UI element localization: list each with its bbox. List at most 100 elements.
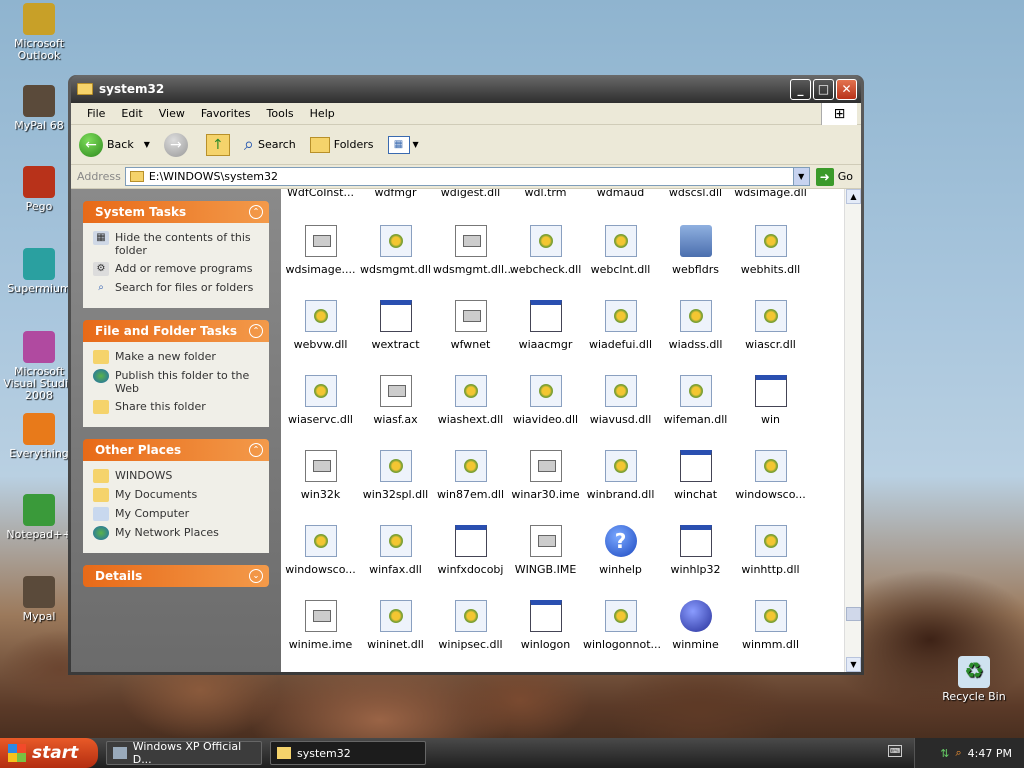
task-add-remove-programs[interactable]: ⚙ Add or remove programs [93,262,259,276]
address-dropdown-icon[interactable]: ▼ [792,168,809,185]
menu-edit[interactable]: Edit [113,107,150,120]
place-windows[interactable]: WINDOWS [93,469,259,483]
task-search-files[interactable]: ⌕ Search for files or folders [93,281,259,295]
task-publish-folder[interactable]: Publish this folder to the Web [93,369,259,395]
file-item[interactable]: wiashext.dll [433,375,508,426]
place-my-network[interactable]: My Network Places [93,526,259,540]
file-item[interactable]: wiadss.dll [658,300,733,351]
clock[interactable]: 4:47 PM [968,747,1012,760]
file-name[interactable]: wdmaud [583,189,658,199]
address-input[interactable]: E:\WINDOWS\system32 ▼ [124,167,810,186]
desktop-icon[interactable]: Supermium [2,248,76,295]
file-item[interactable]: winfxdocobj [433,525,508,576]
desktop-icon[interactable]: Microsoft Visual Studio 2008 [2,331,76,402]
back-button[interactable]: ← Back ▼ [79,132,150,157]
place-my-documents[interactable]: My Documents [93,488,259,502]
menu-favorites[interactable]: Favorites [193,107,259,120]
file-item[interactable]: win87em.dll [433,450,508,501]
taskbar-item-system32[interactable]: system32 [270,741,426,765]
file-item[interactable]: winmm.dll [733,600,808,651]
file-item[interactable]: winime.ime [283,600,358,651]
minimize-button[interactable]: _ [790,78,811,100]
file-item[interactable]: win32k [283,450,358,501]
file-name[interactable]: WdfCoInst... [283,189,358,199]
file-item[interactable]: wdsmgmt.dll... [433,225,515,276]
menu-help[interactable]: Help [302,107,343,120]
file-item[interactable]: winfax.dll [358,525,433,576]
file-folder-tasks-header[interactable]: File and Folder Tasks ⌃ [83,320,269,342]
file-item[interactable]: win [733,375,808,426]
details-header[interactable]: Details ⌄ [83,565,269,587]
file-item[interactable]: wfwnet [433,300,508,351]
file-item[interactable]: wiascr.dll [733,300,808,351]
file-item[interactable]: winipsec.dll [433,600,508,651]
network-tray-icon[interactable]: ⇅ [940,747,949,760]
desktop-icon[interactable]: Notepad++ [2,494,76,541]
file-name[interactable]: wdfmgr [358,189,433,199]
desktop-icon[interactable]: Everything [2,413,76,460]
folders-button[interactable]: Folders [309,136,374,153]
scroll-down-icon[interactable]: ▼ [846,657,861,672]
file-item[interactable]: wextract [358,300,433,351]
scroll-thumb[interactable] [846,607,861,621]
maximize-button[interactable]: □ [813,78,834,100]
file-item[interactable]: webhits.dll [733,225,808,276]
file-item[interactable]: wiaservc.dll [283,375,358,426]
desktop-icon[interactable]: MyPal 68 [2,85,76,132]
back-dropdown-icon[interactable]: ▼ [144,140,150,149]
file-item[interactable]: winlogon [508,600,583,651]
file-item[interactable]: win32spl.dll [358,450,433,501]
file-name[interactable]: wdigest.dll [433,189,508,199]
task-hide-contents[interactable]: ▦ Hide the contents of this folder [93,231,259,257]
keyboard-icon[interactable]: ⌨ [888,745,902,757]
taskbar-item-browser[interactable]: Windows XP Official D... [106,740,262,766]
file-item[interactable]: WINGB.IME [508,525,583,576]
menu-view[interactable]: View [151,107,193,120]
file-item[interactable]: wiasf.ax [358,375,433,426]
file-item[interactable]: winmine [658,600,733,651]
menu-tools[interactable]: Tools [259,107,302,120]
search-tray-icon[interactable]: ⌕ [956,746,962,760]
collapse-icon[interactable]: ⌃ [249,205,263,219]
file-item[interactable]: webfldrs [658,225,733,276]
desktop-icon[interactable]: Pego [2,166,76,213]
desktop-icon[interactable]: Mypal [2,576,76,623]
file-name[interactable]: wdl.trm [508,189,583,199]
file-item[interactable]: wdsimage.... [283,225,358,276]
scroll-up-icon[interactable]: ▲ [846,189,861,204]
expand-icon[interactable]: ⌄ [249,569,263,583]
file-item[interactable]: wininet.dll [358,600,433,651]
desktop-icon[interactable]: Microsoft Outlook [2,3,76,62]
file-name[interactable]: wdscsl.dll [658,189,733,199]
file-item[interactable]: wiadefui.dll [583,300,658,351]
file-name[interactable]: wdsimage.dll [733,189,808,199]
task-share-folder[interactable]: Share this folder [93,400,259,414]
file-item[interactable]: windowsco... [733,450,808,501]
file-item[interactable]: winhttp.dll [733,525,808,576]
file-item[interactable]: webclnt.dll [583,225,658,276]
file-item[interactable]: winar30.ime [508,450,583,501]
file-item[interactable]: ? winhelp [583,525,658,576]
file-item[interactable]: wiaacmgr [508,300,583,351]
file-item[interactable]: winchat [658,450,733,501]
file-item[interactable]: windowsco... [283,525,358,576]
file-item[interactable]: webvw.dll [283,300,358,351]
task-new-folder[interactable]: Make a new folder [93,350,259,364]
search-button[interactable]: ⌕ Search [244,134,296,155]
file-item[interactable]: winlogonnot... [583,600,661,651]
other-places-header[interactable]: Other Places ⌃ [83,439,269,461]
title-bar[interactable]: system32 _ □ ✕ [71,75,861,103]
file-item[interactable]: wdsmgmt.dll [358,225,433,276]
close-button[interactable]: ✕ [836,78,857,100]
collapse-icon[interactable]: ⌃ [249,443,263,457]
up-folder-button[interactable]: ↑ [205,133,230,156]
go-button[interactable]: ➜ Go [815,167,853,186]
file-item[interactable]: wifeman.dll [658,375,733,426]
file-item[interactable]: wiavideo.dll [508,375,583,426]
file-item[interactable]: wiavusd.dll [583,375,658,426]
collapse-icon[interactable]: ⌃ [249,324,263,338]
vertical-scrollbar[interactable]: ▲ ▼ [844,189,861,672]
file-item[interactable]: winhlp32 [658,525,733,576]
forward-button[interactable]: → [163,132,192,157]
file-item[interactable]: winbrand.dll [583,450,658,501]
